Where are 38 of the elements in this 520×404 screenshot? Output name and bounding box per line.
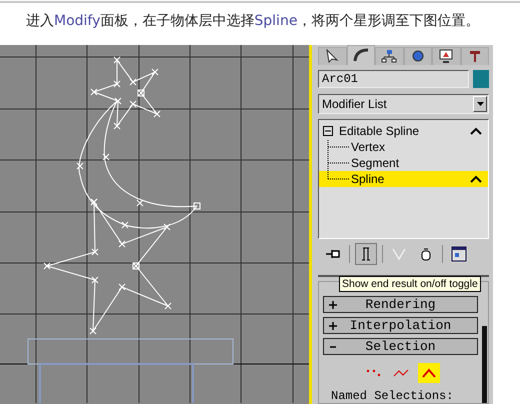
vertex-icon	[364, 369, 380, 377]
tree-connector	[327, 138, 351, 155]
stack-item[interactable]: Editable Spline	[319, 122, 488, 139]
group-label: Named Selections:	[330, 389, 454, 403]
pin-icon	[325, 248, 341, 260]
segment-icon	[392, 368, 408, 378]
hierarchy-icon	[381, 49, 398, 64]
panel-tab[interactable]	[432, 47, 460, 65]
modifier-list-dropdown[interactable]: Modifier List	[318, 94, 489, 114]
object-name-field[interactable]: Arc01	[318, 70, 469, 88]
collapse-icon[interactable]	[323, 126, 333, 136]
rollout-header[interactable]: Selection	[323, 338, 478, 355]
stack-item[interactable]: Spline	[319, 170, 488, 187]
hammer-icon	[468, 49, 482, 64]
toolbar-button[interactable]	[355, 243, 377, 265]
fork-icon	[392, 247, 406, 261]
panel-tab[interactable]	[318, 47, 346, 65]
wheel-icon	[410, 49, 425, 64]
configure-icon	[451, 246, 467, 262]
rollout-header[interactable]: Rendering	[323, 296, 478, 313]
spline-icon	[422, 368, 436, 378]
pipe-icon	[361, 247, 371, 261]
object-color-swatch[interactable]	[473, 70, 489, 88]
stack-item[interactable]: Vertex	[319, 138, 488, 155]
stack-item[interactable]: Segment	[319, 154, 488, 171]
panel-tab[interactable]	[375, 47, 404, 65]
cursor-icon	[325, 49, 340, 64]
caret-icon	[470, 174, 482, 183]
monitor-icon	[438, 49, 454, 64]
tooltip: Show end result on/off toggle	[339, 276, 481, 292]
arc-icon	[352, 48, 369, 62]
dropdown-arrow-icon	[476, 102, 484, 106]
panel-tab[interactable]	[346, 45, 375, 65]
caret-icon	[470, 126, 482, 135]
rollout-header[interactable]: Interpolation	[323, 317, 478, 334]
selection-level-button[interactable]	[418, 363, 440, 383]
instruction-text: 进入Modify面板，在子物体层中选择Spline，将两个星形调至下图位置。	[26, 13, 480, 29]
panel-tab[interactable]	[404, 47, 432, 65]
